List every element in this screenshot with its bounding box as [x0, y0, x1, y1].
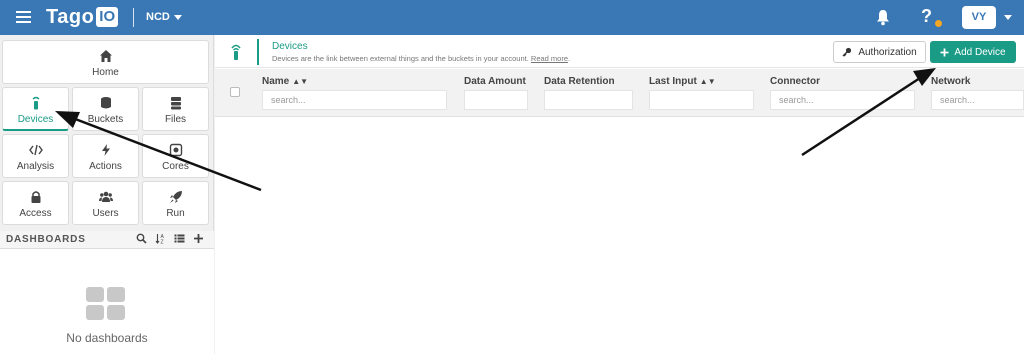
network-filter-input[interactable]: search... — [931, 90, 1024, 110]
dashboards-title: DASHBOARDS — [6, 234, 86, 245]
dashboards-list: No dashboards — [0, 249, 214, 354]
sort-alpha-icon[interactable]: AZ — [155, 233, 166, 244]
profile-selector[interactable]: NCD — [146, 11, 170, 23]
select-all-checkbox[interactable] — [230, 87, 240, 97]
menu-icon[interactable] — [16, 11, 31, 23]
key-icon — [842, 47, 852, 57]
users-icon — [98, 191, 113, 202]
read-more-link[interactable]: Read more — [531, 54, 568, 63]
bell-icon[interactable] — [876, 9, 890, 26]
column-header-data-retention: Data Retention — [544, 76, 615, 87]
dashboard-grid-icon — [86, 287, 125, 320]
column-header-name[interactable]: Name ▲▼ — [262, 76, 308, 87]
sidebar-item-label: Buckets — [87, 114, 124, 125]
sidebar: Home Devices Buckets Files Analysis Acti… — [0, 35, 214, 354]
sidebar-item-actions[interactable]: Actions — [72, 134, 139, 178]
lock-icon — [31, 191, 40, 203]
sidebar-item-files[interactable]: Files — [142, 87, 209, 131]
data-amount-filter[interactable] — [464, 90, 528, 110]
chevron-down-icon[interactable] — [174, 15, 182, 20]
sidebar-item-analysis[interactable]: Analysis — [2, 134, 69, 178]
column-label: Last Input — [649, 76, 697, 87]
bucket-icon — [100, 97, 111, 109]
authorization-button[interactable]: Authorization — [833, 41, 926, 63]
help-icon[interactable]: ? — [921, 6, 932, 27]
sidebar-item-devices[interactable]: Devices — [2, 87, 69, 131]
description-text: Devices are the link between external th… — [272, 54, 529, 63]
sidebar-item-label: Access — [19, 208, 52, 219]
device-icon — [32, 96, 39, 110]
column-label: Name — [262, 76, 290, 87]
add-device-label: Add Device — [954, 46, 1006, 58]
search-icon[interactable] — [136, 233, 147, 244]
add-device-button[interactable]: Add Device — [930, 41, 1016, 63]
connector-filter-input[interactable]: search... — [770, 90, 915, 110]
page-header: Devices Devices are the link between ext… — [215, 35, 1024, 68]
core-icon — [169, 143, 182, 157]
logo-io-badge: IO — [96, 7, 119, 27]
sidebar-item-label: Run — [166, 208, 185, 219]
column-label: Data Retention — [544, 76, 615, 87]
page-description: Devices are the link between external th… — [272, 54, 571, 63]
page-title: Devices — [272, 41, 308, 52]
plus-icon — [940, 48, 949, 56]
files-icon — [170, 97, 181, 110]
top-navigation-bar: Tago IO NCD ? VY — [0, 0, 1024, 35]
tagoio-logo[interactable]: Tago IO — [46, 5, 119, 28]
svg-text:Z: Z — [161, 240, 164, 245]
sidebar-item-label: Files — [164, 114, 187, 125]
dashboards-header: DASHBOARDS AZ — [0, 231, 214, 249]
list-icon[interactable] — [174, 233, 185, 244]
sidebar-item-label: Devices — [17, 114, 54, 125]
header-divider — [257, 39, 259, 65]
column-header-data-amount: Data Amount — [464, 76, 526, 87]
column-header-connector: Connector — [770, 76, 820, 87]
empty-dashboards-text: No dashboards — [66, 331, 148, 345]
main-content: Devices Devices are the link between ext… — [215, 35, 1024, 354]
sidebar-item-label: Users — [92, 208, 119, 219]
sidebar-item-label: Cores — [162, 161, 189, 172]
column-label: Connector — [770, 76, 820, 87]
sort-icon[interactable]: ▲▼ — [700, 77, 716, 86]
name-filter-input[interactable]: search... — [262, 90, 447, 110]
sidebar-item-users[interactable]: Users — [72, 181, 139, 225]
column-label: Network — [931, 76, 971, 87]
sidebar-item-home[interactable]: Home — [2, 40, 209, 84]
column-header-last-input[interactable]: Last Input ▲▼ — [649, 76, 716, 87]
notification-dot — [935, 20, 942, 27]
sidebar-item-label: Actions — [89, 161, 122, 172]
sidebar-item-run[interactable]: Run — [142, 181, 209, 225]
bolt-icon — [101, 144, 110, 156]
device-icon — [231, 44, 241, 60]
last-input-filter[interactable] — [649, 90, 754, 110]
column-header-network: Network — [931, 76, 970, 87]
authorization-label: Authorization — [858, 46, 917, 58]
logo-divider — [133, 8, 134, 27]
sidebar-item-access[interactable]: Access — [2, 181, 69, 225]
rocket-icon — [169, 191, 182, 203]
avatar[interactable]: VY — [962, 6, 996, 29]
data-retention-filter[interactable] — [544, 90, 633, 110]
sidebar-item-label: Home — [92, 67, 119, 78]
sidebar-item-buckets[interactable]: Buckets — [72, 87, 139, 131]
logo-text: Tago — [46, 5, 95, 28]
code-icon — [28, 144, 43, 156]
sidebar-item-cores[interactable]: Cores — [142, 134, 209, 178]
home-icon — [99, 50, 112, 62]
chevron-down-icon[interactable] — [1004, 15, 1012, 20]
sidebar-item-label: Analysis — [16, 161, 55, 172]
dashboards-toolbar: AZ — [136, 233, 204, 244]
plus-icon[interactable] — [193, 233, 204, 244]
column-label: Data Amount — [464, 76, 526, 87]
sort-icon[interactable]: ▲▼ — [292, 77, 308, 86]
